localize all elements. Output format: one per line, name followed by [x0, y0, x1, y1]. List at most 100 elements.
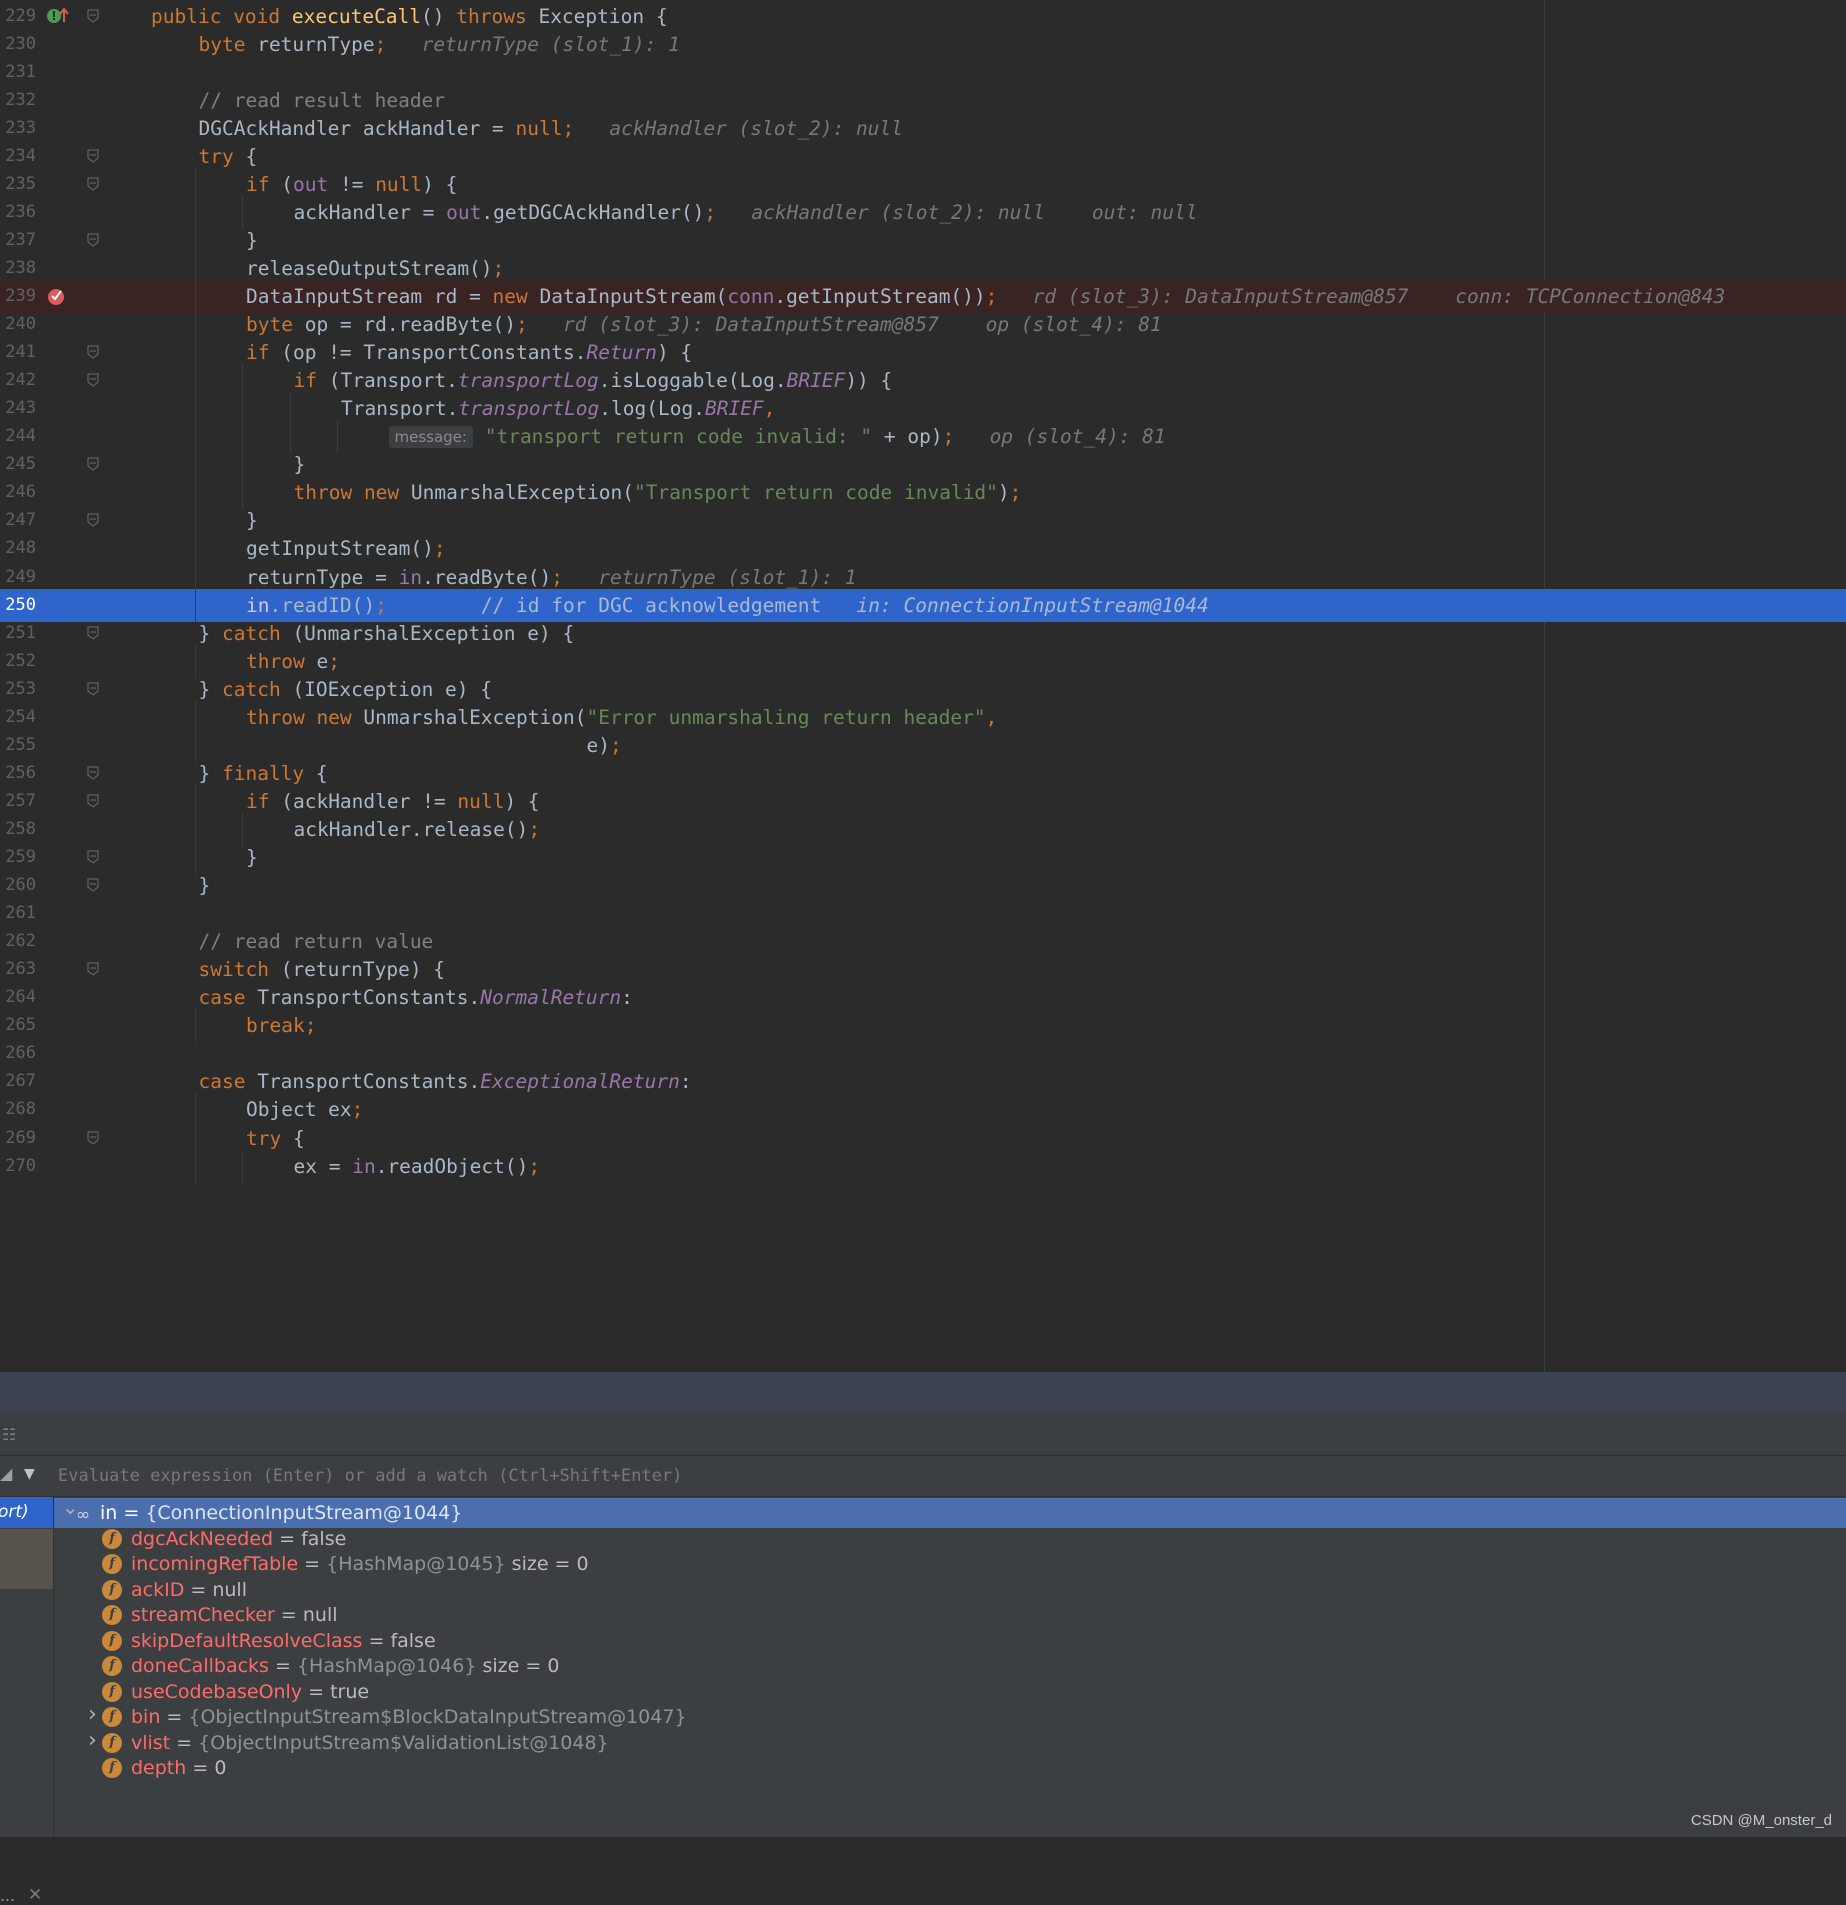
code-token: .getInputStream()) [774, 285, 986, 308]
code-token: ackHandler.release() [293, 817, 529, 841]
variable-row[interactable]: f depth = 0 [54, 1753, 1846, 1783]
variable-separator: = [184, 1578, 213, 1601]
layout-icon[interactable]: ☷ [2, 1425, 16, 1444]
fold-icon[interactable] [87, 373, 99, 387]
code-token: (IOException e) { [292, 677, 493, 701]
code-token: if [293, 369, 329, 393]
variable-name: doneCallbacks [131, 1655, 269, 1677]
code-token: null [375, 172, 423, 196]
code-token: // id for DGC acknowledgement [386, 593, 822, 617]
code-token: : [621, 986, 633, 1010]
code-token: finally [221, 761, 316, 785]
code-token: ; [704, 200, 717, 224]
watch-bar: ◢ ▼ [0, 1456, 1846, 1497]
line-number[interactable]: 270 [0, 1150, 36, 1183]
fold-icon[interactable] [87, 233, 99, 247]
code-token: ExceptionalReturn [480, 1070, 680, 1094]
breakpoint-icon[interactable] [46, 286, 66, 306]
fold-icon[interactable] [87, 878, 99, 892]
code-token: TransportConstants. [257, 1070, 481, 1094]
inline-debug-value: op (slot_4): 81 [954, 425, 1166, 449]
code-token: } [198, 761, 222, 785]
fold-icon[interactable] [87, 345, 99, 359]
code-token: , [985, 705, 998, 729]
frame-bottom-label: … [0, 1887, 15, 1905]
fold-icon[interactable] [87, 177, 99, 191]
debug-toolbar-strip [0, 1372, 1846, 1413]
frame-arrow-icon[interactable]: ◢ [0, 1464, 12, 1483]
code-token: case [198, 986, 258, 1010]
variable-name: skipDefaultResolveClass [131, 1629, 363, 1652]
code-token: DataInputStream( [539, 285, 728, 308]
evaluate-expression-input[interactable] [56, 1460, 1840, 1492]
code-token: ; [942, 425, 955, 449]
variable-value: null [212, 1578, 247, 1601]
variable-name: ackID [131, 1578, 185, 1601]
code-token: e) [246, 733, 610, 757]
fold-icon[interactable] [87, 149, 99, 163]
frame-item-selected[interactable]: ort) [0, 1497, 53, 1528]
code-token: UnmarshalException( [363, 705, 587, 729]
code-token: catch [221, 677, 293, 701]
frame-item[interactable] [0, 1529, 53, 1589]
frame-label: ort) [0, 1502, 29, 1522]
code-token: .log(Log. [599, 397, 705, 421]
fold-icon[interactable] [87, 9, 99, 23]
code-token: Transport. [341, 397, 459, 421]
variable-value: false [390, 1629, 436, 1652]
code-token: throws [456, 4, 539, 28]
fold-icon[interactable] [87, 457, 99, 471]
variable-separator: = [273, 1527, 302, 1550]
variable-object: {ObjectInputStream$ValidationList@1048} [198, 1731, 609, 1754]
code-token: public [151, 4, 234, 28]
code-token: DGCAckHandler ackHandler = [198, 116, 516, 140]
variable-value: size = 0 [505, 1553, 589, 1575]
variable-name: bin [131, 1706, 161, 1728]
field-icon: f [102, 1681, 122, 1702]
watermark: CSDN @M_onster_d [1690, 1812, 1832, 1829]
fold-icon[interactable] [87, 794, 99, 808]
variable-text: depth = 0 [131, 1753, 226, 1783]
code-token: // read result header [198, 88, 446, 112]
variable-value: null [302, 1604, 338, 1626]
code-token: ; [985, 285, 998, 308]
code-token: + op) [872, 425, 943, 449]
variable-separator: = [186, 1757, 215, 1779]
code-token: BRIEF [786, 369, 846, 393]
fold-icon[interactable] [87, 962, 99, 976]
code-editor[interactable]: 229 public void executeCall() throws Exce… [0, 0, 1846, 1372]
code-token: ; [528, 1154, 541, 1178]
field-icon: f [102, 1605, 122, 1625]
chevron-down-icon[interactable]: ▼ [24, 1466, 35, 1482]
chevron-right-icon[interactable]: › [88, 1726, 102, 1756]
close-icon[interactable]: ✕ [28, 1885, 42, 1905]
fold-icon[interactable] [87, 1131, 99, 1145]
code-line[interactable]: 270 ex = in.readObject(); [0, 1149, 1846, 1183]
code-token: } [198, 874, 211, 898]
fold-icon[interactable] [87, 766, 99, 780]
code-token: .readObject() [375, 1154, 529, 1178]
parameter-hint: message: [388, 426, 473, 449]
code-token: null [457, 789, 505, 813]
chevron-down-icon[interactable]: ⌄ [62, 1492, 79, 1522]
code-token: ex = [293, 1154, 353, 1178]
code-token: void [233, 4, 292, 28]
variable-value: true [330, 1680, 370, 1703]
fold-icon[interactable] [87, 513, 99, 528]
variable-object: {ObjectInputStream$BlockDataInputStream@… [188, 1706, 687, 1728]
inline-debug-value: in: ConnectionInputStream@1044 [821, 593, 1209, 617]
code-token: ; [516, 313, 528, 337]
fold-icon[interactable] [87, 850, 99, 864]
code-token: ; [528, 817, 541, 841]
code-token: try [246, 1126, 293, 1150]
code-text[interactable]: ex = in.readObject(); [294, 1150, 541, 1183]
code-token: "Error unmarshaling return header" [586, 705, 986, 729]
fold-icon[interactable] [87, 626, 99, 640]
variable-separator: = [117, 1502, 146, 1524]
code-token: transportLog [457, 369, 599, 393]
code-token: out [292, 172, 329, 196]
code-token: .getDGCAckHandler() [481, 200, 705, 224]
override-icon[interactable] [46, 6, 69, 26]
code-token: )) { [845, 369, 893, 393]
fold-icon[interactable] [87, 682, 99, 696]
